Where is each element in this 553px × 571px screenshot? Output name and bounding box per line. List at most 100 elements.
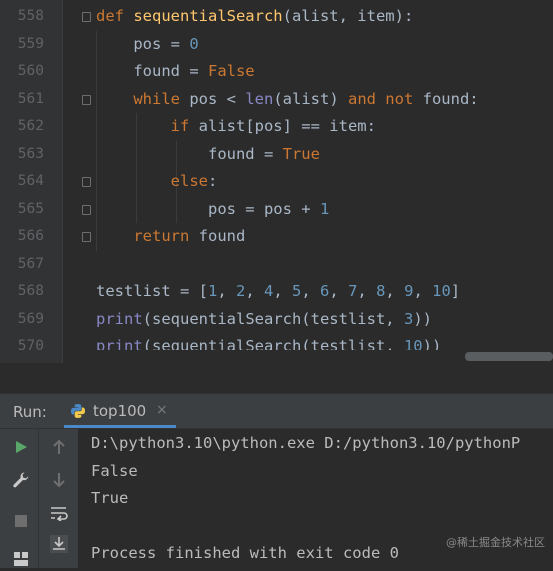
console-line: D:\python3.10\python.exe D:/python3.10/p…: [91, 434, 521, 452]
code-text: print(sequentialSearch(testlist, 3)): [96, 306, 432, 334]
code-token: 1: [319, 199, 330, 218]
code-token: 2: [236, 282, 246, 300]
line-number: 564: [17, 173, 44, 189]
code-token: else: [170, 172, 208, 190]
code-text: return found: [96, 223, 245, 251]
code-line[interactable]: 562 if alist[pos] == item:: [0, 113, 553, 141]
code-token: testlist = [: [96, 282, 208, 300]
horizontal-scrollbar-thumb[interactable]: [465, 352, 553, 361]
code-line[interactable]: 567: [0, 251, 553, 279]
code-token: 4: [264, 282, 274, 300]
line-number: 560: [17, 63, 44, 79]
code-token: 5: [292, 282, 302, 300]
code-token: pos = pos +: [96, 199, 320, 218]
code-token: 10: [432, 282, 451, 300]
wrench-icon[interactable]: [9, 468, 33, 492]
code-line[interactable]: 563 found = True: [0, 141, 553, 169]
line-number: 562: [17, 118, 44, 134]
stop-icon[interactable]: [9, 509, 33, 533]
code-token: found =: [96, 144, 283, 163]
code-token: sequentialSearch: [133, 7, 283, 25]
code-token: found: [198, 227, 246, 245]
console-line: Process finished with exit code 0: [91, 544, 399, 562]
run-toolbar-primary: [0, 429, 38, 568]
code-line[interactable]: 561 while pos < len(alist) and not found…: [0, 86, 553, 114]
code-token: found =: [96, 62, 208, 80]
code-token: 3: [403, 309, 414, 328]
code-token: while: [133, 89, 190, 108]
line-number: 565: [17, 200, 44, 217]
run-console-output[interactable]: D:\python3.10\python.exe D:/python3.10/p…: [78, 429, 553, 568]
code-line[interactable]: 560 found = False: [0, 58, 553, 86]
line-number: 570: [17, 338, 44, 354]
code-text: pos = pos + 1: [96, 196, 329, 224]
run-label: Run:: [13, 403, 47, 421]
run-tab-label: top100: [93, 402, 147, 420]
code-line[interactable]: 559 pos = 0: [0, 31, 553, 59]
code-text: found = False: [96, 58, 255, 86]
soft-wrap-icon[interactable]: [47, 501, 71, 525]
rerun-icon[interactable]: [9, 435, 33, 459]
code-token: 7: [348, 282, 358, 300]
line-number: 559: [17, 35, 44, 52]
code-token: ,: [413, 282, 433, 300]
console-line: True: [91, 489, 129, 507]
code-editor[interactable]: 558 def sequentialSearch(alist, item): 559…: [0, 0, 553, 363]
code-token: False: [207, 62, 255, 80]
line-number: 563: [17, 145, 44, 162]
code-token: ,: [245, 282, 265, 300]
code-token: True: [282, 144, 320, 163]
code-token: ,: [217, 282, 236, 300]
code-token: ]: [450, 282, 461, 300]
python-icon: [71, 404, 85, 418]
down-arrow-icon[interactable]: [47, 468, 71, 492]
code-text: else:: [96, 168, 218, 196]
code-token: len: [245, 89, 274, 108]
code-token: )): [413, 309, 432, 328]
code-text: pos = 0: [96, 31, 198, 59]
close-tab-icon[interactable]: ×: [156, 402, 168, 418]
code-text: if alist[pos] == item:: [96, 113, 376, 141]
code-line[interactable]: 566 return found: [0, 223, 553, 251]
code-token: ,: [357, 282, 377, 300]
code-text: testlist = [1, 2, 4, 5, 6, 7, 8, 9, 10]: [96, 278, 460, 306]
code-line[interactable]: 568 testlist = [1, 2, 4, 5, 6, 7, 8, 9, 1…: [0, 278, 553, 306]
code-token: (sequentialSearch(testlist,: [142, 309, 404, 328]
code-token: pos <: [189, 89, 246, 108]
code-token: :: [207, 172, 218, 190]
layout-icon[interactable]: [9, 547, 33, 571]
code-token: ,: [301, 282, 321, 300]
line-number: 567: [17, 255, 44, 272]
code-token: def: [96, 7, 134, 25]
line-number: 568: [17, 283, 44, 299]
panel-divider: [0, 363, 553, 393]
line-number: 566: [17, 228, 44, 244]
up-arrow-icon[interactable]: [47, 435, 71, 459]
line-number: 561: [17, 90, 44, 107]
code-token: found:: [422, 89, 479, 108]
line-number: 569: [17, 310, 44, 327]
code-line[interactable]: 565 pos = pos + 1: [0, 196, 553, 224]
run-toolbar-secondary: [38, 429, 78, 568]
code-text: def sequentialSearch(alist, item):: [96, 3, 413, 31]
code-token: (alist, item):: [282, 7, 414, 25]
code-line[interactable]: 558 def sequentialSearch(alist, item):: [0, 3, 553, 31]
code-token: if: [170, 117, 199, 135]
code-token: ,: [385, 282, 405, 300]
code-line[interactable]: 569 print(sequentialSearch(testlist, 3)): [0, 306, 553, 334]
code-token: alist[pos] == item:: [198, 117, 376, 135]
code-token: ,: [329, 282, 349, 300]
scroll-to-end-icon[interactable]: [47, 532, 71, 556]
watermark: @稀土掘金技术社区: [446, 536, 545, 549]
code-token: and not: [347, 89, 423, 108]
run-tab-top100[interactable]: top100 ×: [64, 394, 176, 428]
code-token: 6: [320, 282, 330, 300]
code-token: ,: [273, 282, 293, 300]
code-text: found = True: [96, 141, 320, 169]
code-line[interactable]: 564 else:: [0, 168, 553, 196]
console-line: False: [91, 461, 138, 480]
